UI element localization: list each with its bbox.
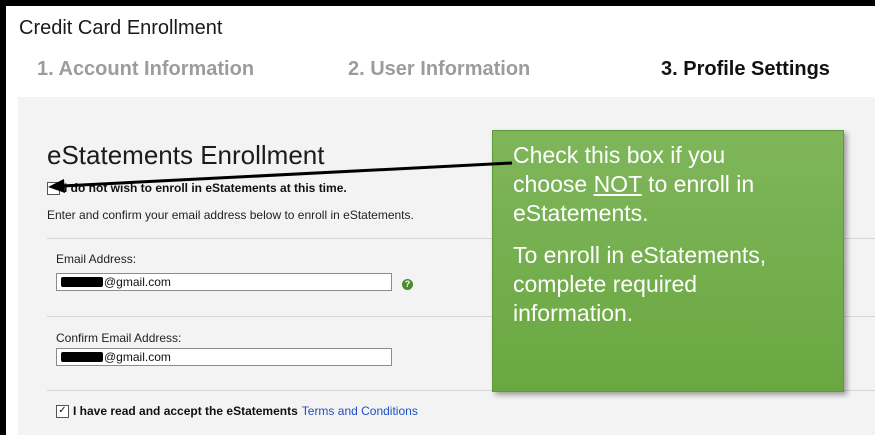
arrow-head	[48, 179, 65, 193]
arrow-icon	[48, 161, 513, 193]
arrow-line	[61, 161, 513, 188]
